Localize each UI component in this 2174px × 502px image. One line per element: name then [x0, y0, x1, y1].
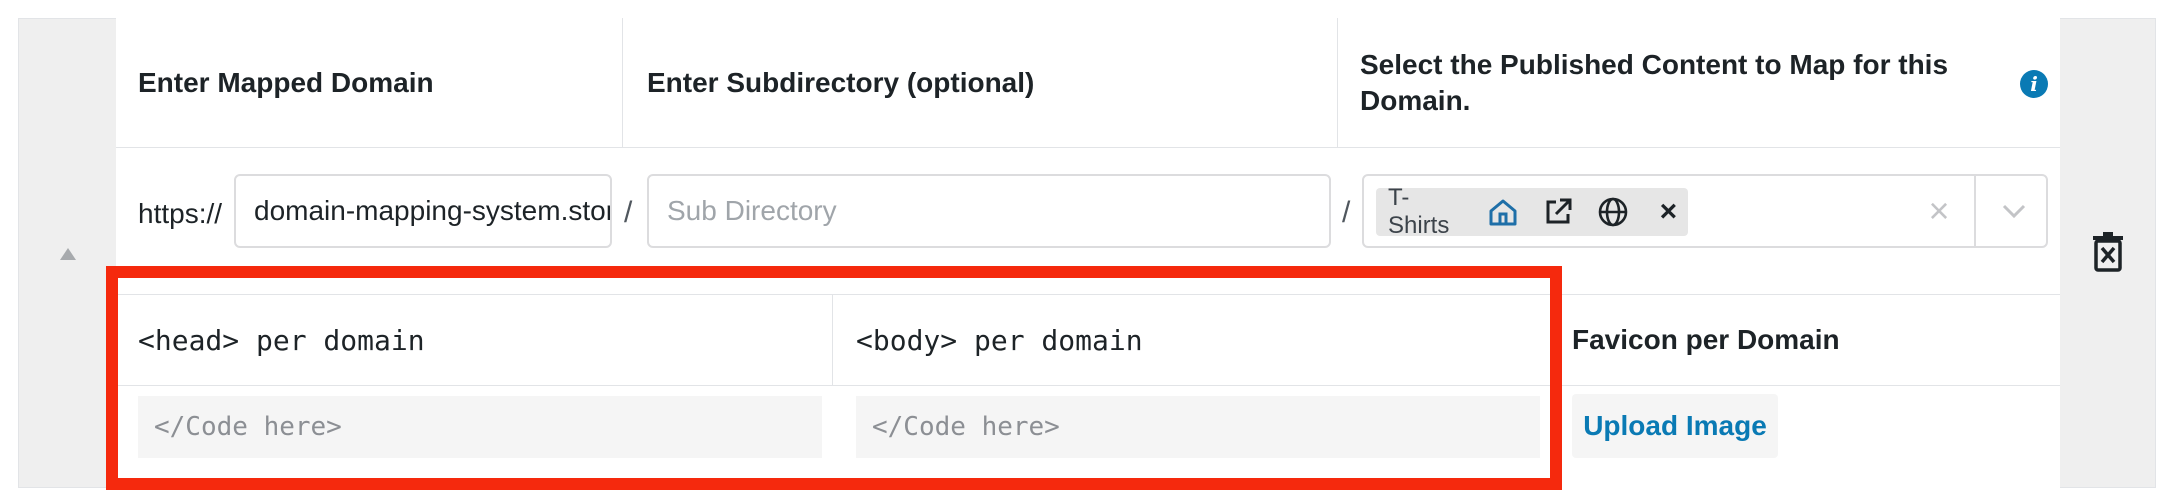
upload-image-button[interactable]: Upload Image: [1572, 394, 1778, 458]
path-separator: /: [1342, 196, 1351, 229]
body-code-input[interactable]: </Code here>: [856, 396, 1540, 458]
select-divider: [1974, 176, 1976, 246]
chip-label: T-Shirts: [1388, 184, 1450, 239]
clear-selection-icon[interactable]: ×: [1922, 190, 1956, 231]
subdirectory-input[interactable]: Sub Directory: [647, 174, 1331, 248]
head-code-placeholder: </Code here>: [154, 412, 342, 442]
path-separator: /: [624, 196, 633, 229]
header-mapped-domain-label: Enter Mapped Domain: [138, 66, 434, 98]
body-code-placeholder: </Code here>: [872, 412, 1060, 442]
globe-icon[interactable]: [1594, 192, 1633, 232]
mapped-domain-value: domain-mapping-system.store: [254, 195, 612, 226]
header-subdirectory: Enter Subdirectory (optional): [623, 18, 1337, 148]
chevron-down-icon[interactable]: [1994, 194, 2034, 228]
selected-content-chip: T-Shirts ×: [1376, 184, 1688, 239]
head-per-domain-label: <head> per domain: [138, 324, 425, 357]
external-link-icon[interactable]: [1538, 192, 1577, 232]
header-mapped-domain: Enter Mapped Domain: [116, 18, 622, 148]
https-prefix: https://: [138, 198, 223, 229]
info-icon[interactable]: i: [2020, 70, 2048, 98]
body-per-domain-label: <body> per domain: [856, 324, 1143, 357]
remove-chip-icon[interactable]: ×: [1649, 192, 1688, 232]
collapse-arrow-icon[interactable]: [58, 244, 78, 264]
head-code-input[interactable]: </Code here>: [138, 396, 822, 458]
column-divider: [832, 294, 833, 386]
upload-image-label: Upload Image: [1583, 410, 1767, 441]
trash-icon[interactable]: [2090, 232, 2126, 272]
header-subdirectory-label: Enter Subdirectory (optional): [647, 66, 1035, 98]
subdirectory-placeholder: Sub Directory: [667, 195, 837, 226]
mapped-domain-input[interactable]: domain-mapping-system.store: [234, 174, 612, 248]
favicon-per-domain-label: Favicon per Domain: [1572, 324, 1840, 355]
header-published-content: Select the Published Content to Map for …: [1338, 18, 2060, 148]
home-icon[interactable]: [1483, 192, 1522, 232]
header-published-content-label: Select the Published Content to Map for …: [1360, 48, 1949, 116]
